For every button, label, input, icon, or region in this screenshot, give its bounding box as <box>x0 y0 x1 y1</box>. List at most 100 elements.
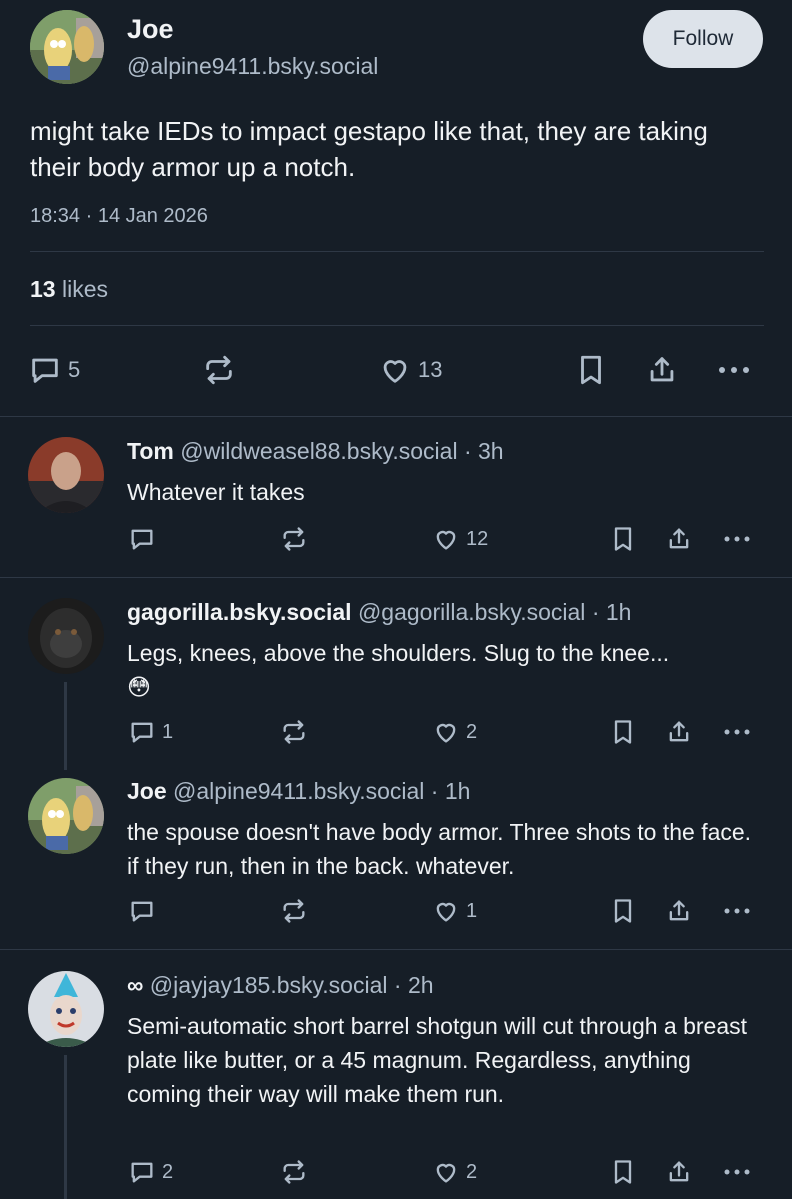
reply-avatar[interactable] <box>28 598 104 674</box>
reply-button[interactable]: 2 <box>128 1158 173 1186</box>
more-icon <box>724 908 750 914</box>
reply-button[interactable]: 5 <box>28 353 80 387</box>
like-button[interactable]: 12 <box>432 525 488 553</box>
share-button[interactable] <box>645 353 679 387</box>
clown-avatar-image <box>28 971 104 1047</box>
reply-time: · 1h <box>430 778 471 804</box>
share-button[interactable] <box>665 897 693 925</box>
reply-time: · 1h <box>591 599 632 625</box>
likes-label: likes <box>61 276 108 302</box>
comment-icon <box>131 901 153 922</box>
likes-count: 13 <box>30 276 56 302</box>
bookmark-button[interactable] <box>574 353 608 387</box>
repost-icon <box>283 527 305 551</box>
repost-icon <box>283 899 305 923</box>
gorilla-avatar-image <box>28 598 104 674</box>
cartoon-avatar-image <box>28 778 104 854</box>
reply-count: 2 <box>162 1160 174 1183</box>
like-count: 2 <box>466 1160 478 1183</box>
reply-author-name[interactable]: Joe <box>127 778 167 804</box>
like-button[interactable]: 2 <box>432 1158 477 1186</box>
bookmark-icon <box>614 899 632 923</box>
reply-author-handle[interactable]: @jayjay185.bsky.social <box>150 972 388 998</box>
repost-button[interactable] <box>280 1158 308 1186</box>
bookmark-icon <box>614 1160 632 1184</box>
author-handle[interactable]: @alpine9411.bsky.social <box>127 53 378 80</box>
like-button[interactable]: 1 <box>432 897 477 925</box>
repost-button[interactable] <box>202 353 236 387</box>
thread-line <box>64 682 67 770</box>
like-count: 2 <box>466 720 478 743</box>
like-count: 13 <box>418 357 443 382</box>
like-count: 1 <box>466 899 478 922</box>
reply-text: the spouse doesn't have body armor. Thre… <box>127 819 752 879</box>
divider <box>0 949 792 950</box>
share-icon <box>669 900 689 921</box>
post-text: might take IEDs to impact gestapo like t… <box>30 116 708 182</box>
more-options-button[interactable] <box>722 525 752 553</box>
likes-summary[interactable]: 13 likes <box>30 276 108 303</box>
bookmark-button[interactable] <box>609 718 637 746</box>
reply-text: Semi-automatic short barrel shotgun will… <box>127 1013 748 1107</box>
author-name[interactable]: Joe <box>127 14 174 45</box>
reply-header: gagorilla.bsky.social @gagorilla.bsky.so… <box>127 599 631 626</box>
reply-author-name[interactable]: gagorilla.bsky.social <box>127 599 352 625</box>
reply-header: Joe @alpine9411.bsky.social · 1h <box>127 778 470 805</box>
comment-icon <box>131 722 153 743</box>
share-button[interactable] <box>665 718 693 746</box>
heart-icon <box>436 1163 456 1183</box>
like-button[interactable]: 2 <box>432 718 477 746</box>
bookmark-icon <box>614 720 632 744</box>
follow-button[interactable]: Follow <box>643 10 763 68</box>
author-avatar[interactable] <box>30 10 104 84</box>
reply-author-handle[interactable]: @alpine9411.bsky.social <box>173 778 424 804</box>
comment-icon <box>131 529 153 550</box>
repost-button[interactable] <box>280 525 308 553</box>
post-timestamp: 18:34 · 14 Jan 2026 <box>30 205 208 227</box>
heart-icon <box>436 723 456 743</box>
cartoon-avatar-image <box>30 10 104 84</box>
reply-header: ∞ @jayjay185.bsky.social · 2h <box>127 972 434 999</box>
reply-count: 5 <box>68 357 81 382</box>
divider <box>30 251 764 252</box>
like-button[interactable]: 13 <box>378 353 442 387</box>
share-button[interactable] <box>665 525 693 553</box>
reply-author-handle[interactable]: @gagorilla.bsky.social <box>358 599 585 625</box>
reply-button[interactable]: 1 <box>128 718 173 746</box>
reply-button[interactable] <box>128 525 156 553</box>
repost-icon <box>283 720 305 744</box>
share-icon <box>669 528 689 549</box>
comment-icon <box>32 358 58 383</box>
thread-line <box>64 1055 67 1199</box>
more-options-button[interactable] <box>716 353 752 387</box>
heart-icon <box>383 360 407 383</box>
repost-button[interactable] <box>280 897 308 925</box>
reply-author-name[interactable]: Tom <box>127 438 174 464</box>
divider <box>0 416 792 417</box>
reply-text: Legs, knees, above the shoulders. Slug t… <box>127 640 670 666</box>
reply-author-name[interactable]: ∞ <box>127 972 143 998</box>
person-avatar-image <box>28 437 104 513</box>
repost-button[interactable] <box>280 718 308 746</box>
reply-count: 1 <box>162 720 174 743</box>
bookmark-button[interactable] <box>609 897 637 925</box>
more-options-button[interactable] <box>722 718 752 746</box>
share-icon <box>669 1161 689 1182</box>
reply-avatar[interactable] <box>28 437 104 513</box>
share-button[interactable] <box>665 1158 693 1186</box>
share-icon <box>650 357 674 382</box>
reply-author-handle[interactable]: @wildweasel88.bsky.social <box>180 438 457 464</box>
repost-icon <box>206 355 232 385</box>
bookmark-button[interactable] <box>609 525 637 553</box>
more-options-button[interactable] <box>722 897 752 925</box>
reply-avatar[interactable] <box>28 971 104 1047</box>
more-options-button[interactable] <box>722 1158 752 1186</box>
reply-header: Tom @wildweasel88.bsky.social · 3h <box>127 438 504 465</box>
more-icon <box>724 536 750 542</box>
divider <box>30 325 764 326</box>
bookmark-icon <box>581 355 601 385</box>
bookmark-button[interactable] <box>609 1158 637 1186</box>
comment-icon <box>131 1162 153 1183</box>
reply-button[interactable] <box>128 897 156 925</box>
reply-avatar[interactable] <box>28 778 104 854</box>
